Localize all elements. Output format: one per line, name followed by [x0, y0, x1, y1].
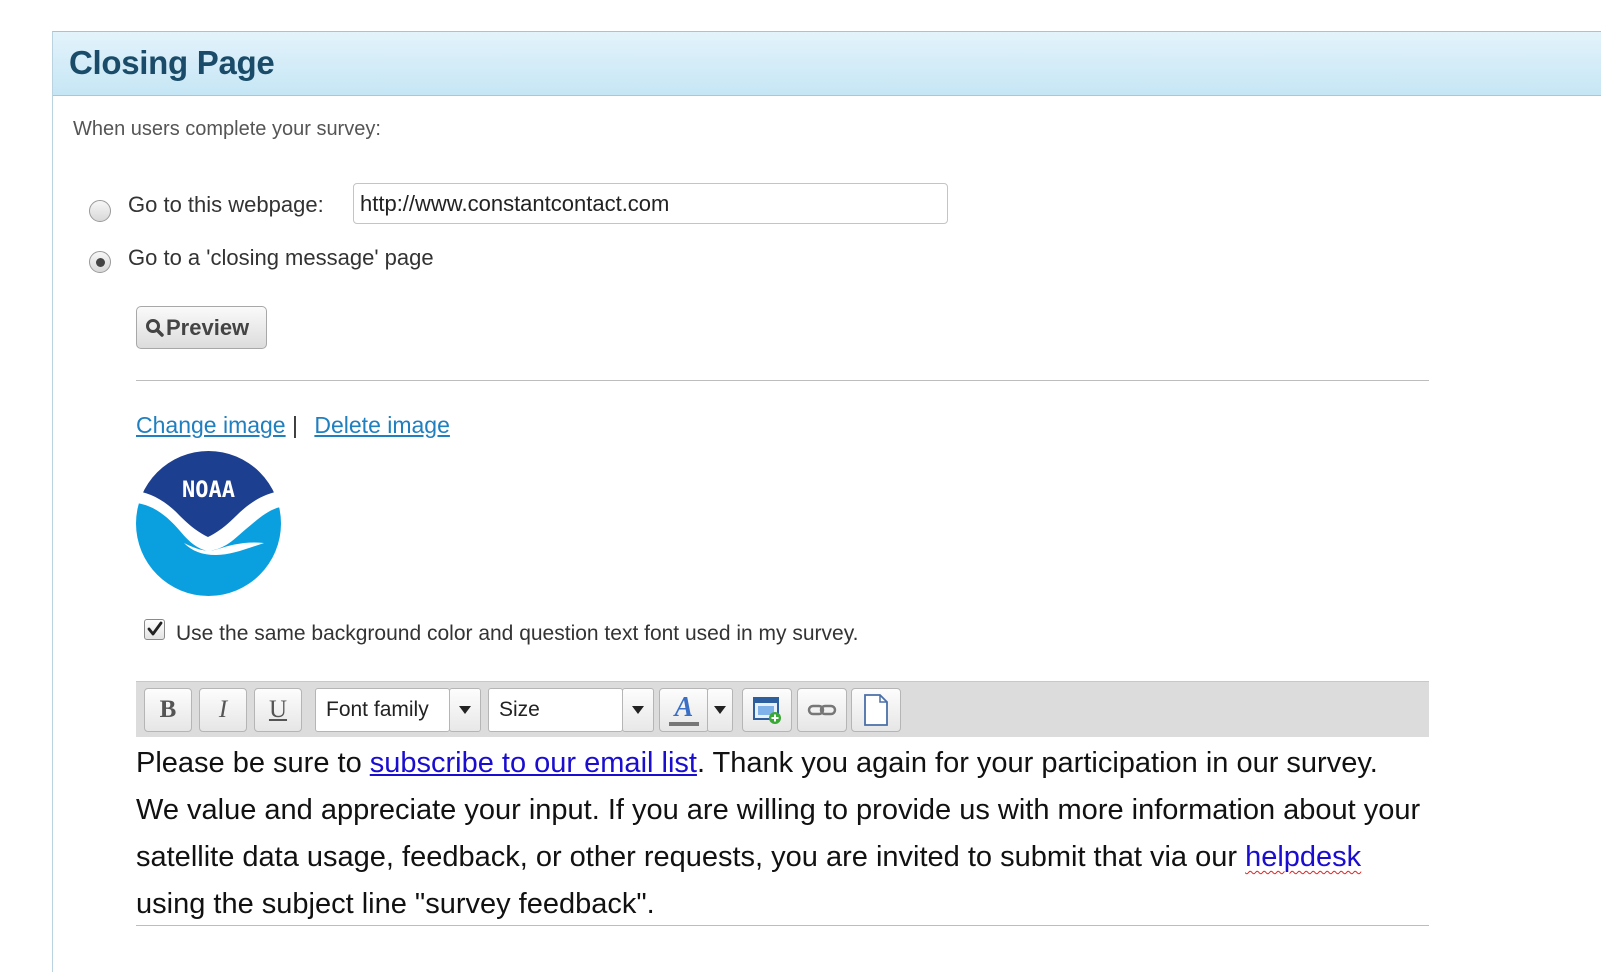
editor-bottom-divider [136, 925, 1429, 926]
text-color-icon: A [669, 693, 699, 726]
bold-icon: B [159, 696, 177, 723]
italic-icon: I [218, 696, 228, 723]
helpdesk-link[interactable]: helpdesk [1245, 841, 1361, 873]
new-page-icon [864, 694, 888, 726]
font-family-dropdown[interactable] [449, 688, 481, 732]
size-select[interactable]: Size [488, 688, 623, 732]
page-title: Closing Page [69, 44, 275, 81]
chevron-down-icon [459, 706, 471, 714]
editor-toolbar: B I U Font family Size A [136, 681, 1429, 737]
chevron-down-icon [714, 706, 726, 714]
bold-button[interactable]: B [144, 688, 192, 732]
underline-icon: U [268, 696, 288, 723]
font-family-select[interactable]: Font family [315, 688, 450, 732]
image-links: Change image | Delete image [136, 412, 450, 439]
change-image-link[interactable]: Change image [136, 412, 286, 438]
preview-button-label: Preview [166, 314, 250, 340]
link-button[interactable] [797, 688, 847, 732]
underline-button[interactable]: U [254, 688, 302, 732]
same-style-checkbox[interactable] [144, 619, 165, 640]
font-family-label: Font family [326, 698, 429, 721]
text-color-dropdown[interactable] [707, 688, 733, 732]
logo-text: NOAA [182, 478, 235, 503]
closing-message-radio[interactable] [89, 251, 111, 273]
link-separator: | [292, 412, 298, 438]
intro-text: When users complete your survey: [73, 118, 381, 140]
webpage-radio[interactable] [89, 200, 111, 222]
message-text-1: Please be sure to [136, 747, 370, 779]
checkmark-icon [147, 621, 163, 636]
closing-page-panel: Closing Page When users complete your su… [52, 31, 1601, 972]
section-divider [136, 380, 1429, 381]
new-page-button[interactable] [851, 688, 901, 732]
text-color-button[interactable]: A [659, 688, 709, 732]
webpage-url-input[interactable] [353, 183, 948, 224]
chevron-down-icon [632, 706, 644, 714]
preview-button[interactable]: Preview [136, 306, 267, 349]
noaa-logo: NOAA [136, 451, 281, 596]
size-label: Size [499, 698, 540, 721]
closing-message-editor[interactable]: Please be sure to subscribe to our email… [136, 740, 1426, 928]
webpage-option-label: Go to this webpage: [128, 192, 324, 217]
magnifier-icon [146, 318, 164, 337]
closing-message-option-label: Go to a 'closing message' page [128, 245, 434, 270]
insert-image-button[interactable] [742, 688, 792, 732]
link-icon [807, 704, 837, 716]
same-style-label: Use the same background color and questi… [176, 622, 859, 645]
message-text-3: using the subject line "survey feedback"… [136, 888, 655, 920]
subscribe-link[interactable]: subscribe to our email list [370, 747, 697, 779]
panel-header: Closing Page [53, 32, 1601, 96]
size-dropdown[interactable] [622, 688, 654, 732]
delete-image-link[interactable]: Delete image [314, 412, 450, 438]
italic-button[interactable]: I [199, 688, 247, 732]
insert-image-icon [753, 697, 781, 724]
